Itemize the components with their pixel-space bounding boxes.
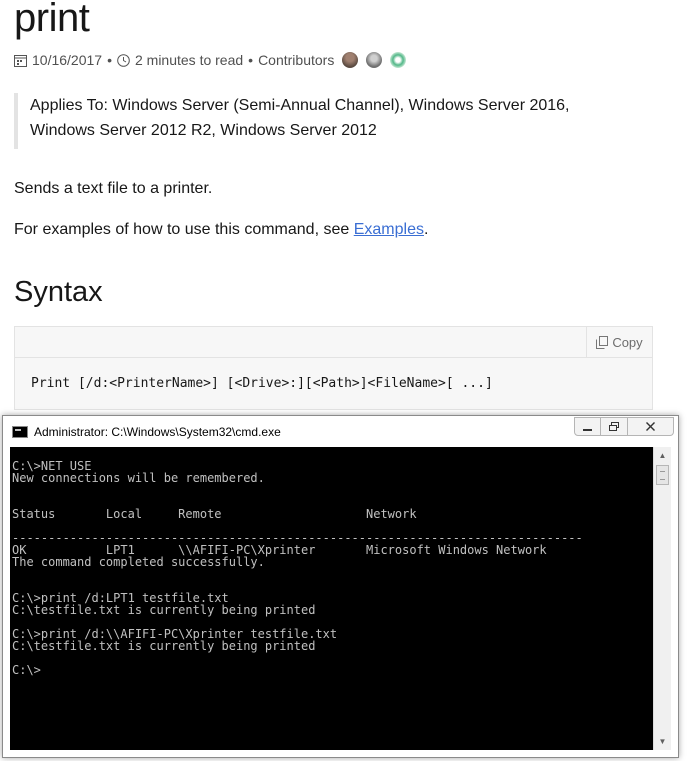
- contributor-avatar[interactable]: [342, 52, 359, 68]
- restore-icon: [609, 422, 619, 431]
- contributor-avatar[interactable]: [366, 52, 383, 68]
- window-controls: [574, 417, 674, 436]
- syntax-heading: Syntax: [14, 276, 103, 308]
- copy-icon: [596, 335, 609, 349]
- console-output-area[interactable]: C:\>NET USE New connections will be reme…: [10, 447, 653, 750]
- scroll-down-arrow-icon[interactable]: ▼: [654, 733, 671, 750]
- cmd-window[interactable]: Administrator: C:\Windows\System32\cmd.e…: [2, 415, 679, 758]
- meta-separator: •: [248, 52, 254, 68]
- scrollbar-thumb[interactable]: [656, 465, 669, 485]
- minimize-icon: [583, 428, 592, 431]
- vertical-scrollbar[interactable]: ▲ ▼: [653, 447, 671, 750]
- examples-suffix: .: [423, 221, 429, 238]
- contributor-avatar[interactable]: [390, 52, 407, 68]
- article-metadata: 10/16/2017 • 2 minutes to read • Contrib…: [14, 52, 407, 68]
- examples-text: For examples of how to use this command,…: [14, 221, 354, 238]
- contributors-label[interactable]: Contributors: [258, 52, 334, 68]
- scroll-up-arrow-icon[interactable]: ▲: [654, 447, 671, 464]
- calendar-icon: [14, 54, 27, 67]
- cmd-window-title: Administrator: C:\Windows\System32\cmd.e…: [34, 425, 281, 439]
- examples-paragraph: For examples of how to use this command,…: [14, 221, 428, 239]
- close-icon: [646, 422, 655, 431]
- close-button[interactable]: [628, 417, 674, 436]
- cmd-app-icon[interactable]: [12, 426, 28, 438]
- syntax-code-block: Copy Print [/d:<PrinterName>] [<Drive>:]…: [14, 326, 653, 410]
- maximize-button[interactable]: [601, 417, 628, 436]
- clock-icon: [117, 53, 130, 67]
- applies-to-note: Applies To: Windows Server (Semi-Annual …: [14, 93, 614, 149]
- meta-separator: •: [107, 52, 112, 68]
- examples-link[interactable]: Examples: [354, 221, 424, 238]
- minimize-button[interactable]: [574, 417, 601, 436]
- code-toolbar: Copy: [15, 327, 652, 358]
- read-time: 2 minutes to read: [134, 52, 244, 68]
- syntax-code: Print [/d:<PrinterName>] [<Drive>:][<Pat…: [31, 376, 493, 391]
- page-title: print: [14, 0, 90, 40]
- article-date: 10/16/2017: [32, 52, 103, 68]
- console-text: C:\>NET USE New connections will be reme…: [12, 459, 583, 677]
- copy-label: Copy: [612, 334, 643, 350]
- command-description: Sends a text file to a printer.: [14, 180, 213, 197]
- copy-button[interactable]: Copy: [586, 327, 652, 357]
- cmd-titlebar[interactable]: Administrator: C:\Windows\System32\cmd.e…: [3, 416, 678, 447]
